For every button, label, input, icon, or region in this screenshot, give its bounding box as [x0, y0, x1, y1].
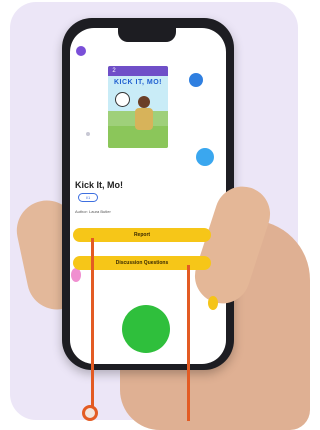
soccer-ball-illustration: [115, 92, 130, 107]
cover-number: 2: [112, 68, 116, 74]
callout-line-right: [187, 265, 190, 421]
child-body-illustration: [135, 108, 153, 130]
level-badge: I/1: [78, 193, 98, 202]
book-cover[interactable]: 2 KICK IT, MO!: [108, 66, 168, 148]
decor-dot-green: [122, 305, 170, 353]
cover-header: 2: [108, 66, 168, 76]
child-head-illustration: [138, 96, 150, 108]
decor-dot-grey: [86, 132, 90, 136]
callout-line-left: [91, 238, 94, 418]
book-title: Kick It, Mo!: [75, 180, 124, 190]
decor-dot-pink: [71, 268, 81, 282]
author-line: Author: Laura Butler: [75, 209, 111, 214]
back-button[interactable]: [76, 46, 86, 56]
callout-circle-marker: [82, 405, 98, 421]
decor-dot-cyan: [196, 148, 214, 166]
decor-dot-yellow: [208, 296, 218, 310]
phone-notch: [118, 28, 176, 42]
decor-dot-blue: [189, 73, 203, 87]
cover-title: KICK IT, MO!: [114, 79, 162, 86]
